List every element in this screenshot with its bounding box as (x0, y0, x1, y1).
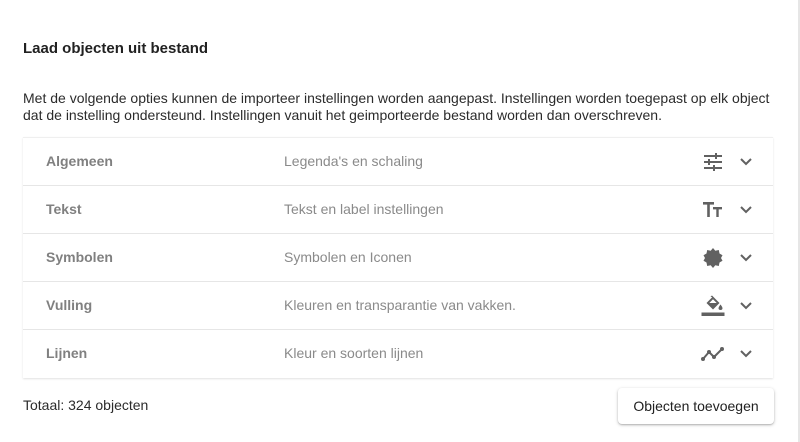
panel-lijnen[interactable]: Lijnen Kleur en soorten lijnen (23, 330, 773, 377)
panel-label: Lijnen (46, 345, 88, 361)
chevron-down-icon[interactable] (739, 251, 753, 265)
import-dialog: Laad objecten uit bestand Met de volgend… (0, 0, 800, 442)
panel-description: Kleur en soorten lijnen (284, 345, 424, 361)
panel-label: Tekst (46, 201, 82, 217)
panel-description: Kleuren en transparantie van vakken. (284, 297, 516, 313)
chevron-down-icon[interactable] (739, 347, 753, 361)
panel-label: Symbolen (46, 249, 113, 265)
panel-description: Tekst en label instellingen (284, 201, 444, 217)
starburst-icon (703, 248, 723, 268)
panel-description: Symbolen en Iconen (284, 249, 412, 265)
format-color-fill-icon (701, 295, 725, 316)
total-objects-count: Totaal: 324 objecten (23, 397, 149, 413)
panel-label: Vulling (46, 297, 93, 313)
panel-description: Legenda's en schaling (284, 153, 423, 169)
text-fields-icon (703, 202, 722, 217)
panel-label: Algemeen (46, 153, 113, 169)
tune-icon (704, 153, 722, 171)
chevron-down-icon[interactable] (739, 299, 753, 313)
chevron-down-icon[interactable] (739, 203, 753, 217)
panel-algemeen[interactable]: Algemeen Legenda's en schaling (23, 138, 773, 186)
timeline-icon (701, 347, 724, 361)
panel-tekst[interactable]: Tekst Tekst en label instellingen (23, 186, 773, 234)
panel-symbolen[interactable]: Symbolen Symbolen en Iconen (23, 234, 773, 282)
chevron-down-icon[interactable] (739, 155, 753, 169)
dialog-title: Laad objecten uit bestand (23, 40, 209, 57)
panel-vulling[interactable]: Vulling Kleuren en transparantie van vak… (23, 282, 773, 330)
dialog-description: Met de volgende opties kunnen de importe… (23, 90, 770, 123)
add-objects-button[interactable]: Objecten toevoegen (618, 388, 774, 424)
settings-panels: Algemeen Legenda's en schaling Tekst Tek… (23, 137, 773, 378)
